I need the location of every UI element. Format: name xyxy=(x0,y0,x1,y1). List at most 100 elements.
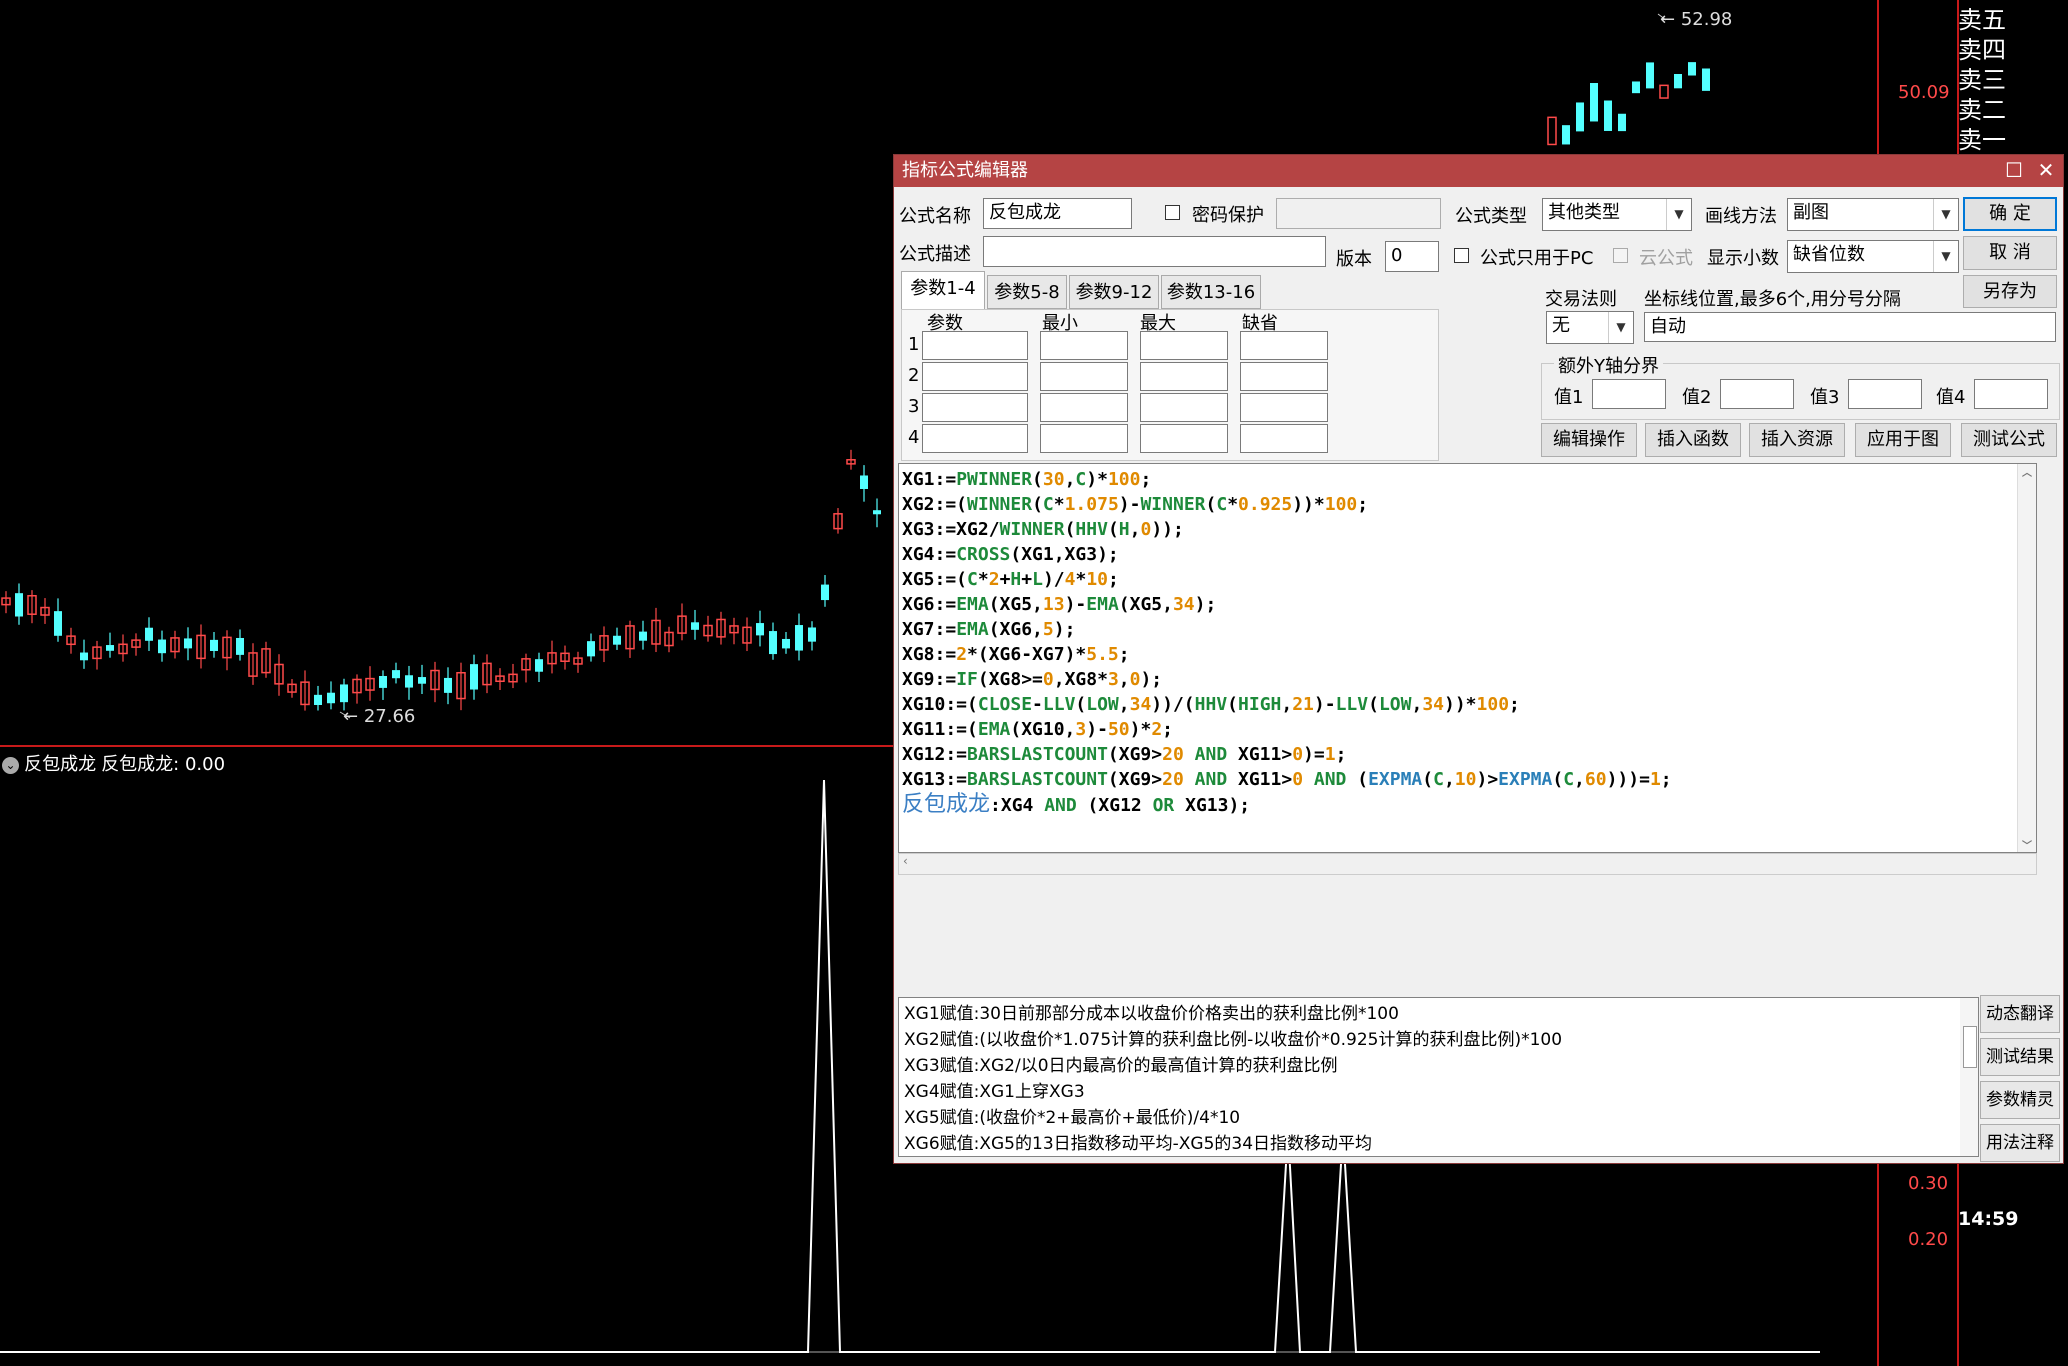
param-cell[interactable] xyxy=(922,424,1028,453)
chevron-down-icon: ▼ xyxy=(1933,199,1958,230)
formula-translation-pane[interactable]: XG1赋值:30日前那部分成本以收盘价价格卖出的获利盘比例*100 XG2赋值:(… xyxy=(898,997,1979,1157)
maximize-icon[interactable]: ☐ xyxy=(2001,157,2027,183)
test-formula-button[interactable]: 测试公式 xyxy=(1961,423,2057,457)
dialog-titlebar[interactable]: 指标公式编辑器 ☐ ✕ xyxy=(894,155,2063,187)
password-input[interactable] xyxy=(1276,198,1441,229)
param-row-number: 4 xyxy=(908,427,920,448)
param-cell[interactable] xyxy=(922,393,1028,422)
insert-function-button[interactable]: 插入函数 xyxy=(1645,423,1741,457)
candle xyxy=(1576,102,1584,132)
param-cell[interactable] xyxy=(1040,331,1128,360)
param-cell[interactable] xyxy=(922,331,1028,360)
translation-line: XG6赋值:XG5的13日指数移动平均-XG5的34日指数移动平均 xyxy=(904,1134,1373,1154)
translation-line: XG2赋值:(以收盘价*1.075计算的获利盘比例-以收盘价*0.925计算的获… xyxy=(904,1030,1563,1050)
pc-only-label: 公式只用于PC xyxy=(1480,248,1594,269)
scroll-thumb[interactable] xyxy=(1963,1026,1977,1068)
password-checkbox[interactable] xyxy=(1165,205,1180,220)
close-icon[interactable]: ✕ xyxy=(2033,157,2059,183)
value2-input[interactable] xyxy=(1720,379,1794,409)
param-cell[interactable] xyxy=(1240,424,1328,453)
code-line: XG1:=PWINNER(30,C)*100; xyxy=(902,469,1152,490)
collapse-icon[interactable]: ⌄ xyxy=(2,757,19,774)
param-cell[interactable] xyxy=(1140,331,1228,360)
trade-rule-select[interactable]: 无 ▼ xyxy=(1546,311,1634,344)
param-cell[interactable] xyxy=(1240,362,1328,391)
pc-only-checkbox[interactable] xyxy=(1454,248,1469,263)
indicator-name: 反包成龙 xyxy=(24,754,97,775)
value3-input[interactable] xyxy=(1848,379,1922,409)
scroll-down-icon[interactable]: ﹀ xyxy=(2018,837,2036,852)
code-line: XG8:=2*(XG6-XG7)*5.5; xyxy=(902,644,1130,665)
scroll-up-icon[interactable]: ︿ xyxy=(2018,464,2036,479)
value4-input[interactable] xyxy=(1974,379,2048,409)
price-high-value: 52.98 xyxy=(1680,9,1733,30)
ok-button[interactable]: 确 定 xyxy=(1963,197,2057,231)
usage-notes-button[interactable]: 用法注释 xyxy=(1980,1124,2060,1162)
type-value: 其他类型 xyxy=(1548,202,1620,223)
code-line: XG4:=CROSS(XG1,XG3); xyxy=(902,544,1119,565)
scroll-left-icon[interactable]: ‹ xyxy=(903,854,908,868)
axis-price-label: 50.09 xyxy=(1898,82,1950,103)
type-select[interactable]: 其他类型 ▼ xyxy=(1542,198,1692,231)
apply-to-chart-button[interactable]: 应用于图 xyxy=(1855,423,1951,457)
candle xyxy=(1604,100,1612,131)
tab-params-5-8[interactable]: 参数5-8 xyxy=(987,275,1067,309)
price-low-label: ← 27.66 xyxy=(343,706,416,727)
param-cell[interactable] xyxy=(1140,393,1228,422)
draw-label: 画线方法 xyxy=(1705,206,1777,227)
candle xyxy=(1590,83,1598,122)
param-cell[interactable] xyxy=(1040,424,1128,453)
name-input[interactable]: 反包成龙 xyxy=(983,198,1132,229)
save-as-button[interactable]: 另存为 xyxy=(1963,275,2057,308)
param-wizard-button[interactable]: 参数精灵 xyxy=(1980,1081,2060,1119)
cancel-button[interactable]: 取 消 xyxy=(1963,236,2057,270)
test-result-button[interactable]: 测试结果 xyxy=(1980,1038,2060,1076)
param-cell[interactable] xyxy=(1240,331,1328,360)
draw-value: 副图 xyxy=(1793,202,1829,223)
candle xyxy=(1702,68,1710,91)
code-line: XG11:=(EMA(XG10,3)-50)*2; xyxy=(902,719,1173,740)
insert-resource-button[interactable]: 插入资源 xyxy=(1749,423,1845,457)
param-cell[interactable] xyxy=(1040,393,1128,422)
param-cell[interactable] xyxy=(1140,362,1228,391)
value1-input[interactable] xyxy=(1592,379,1666,409)
code-line: XG7:=EMA(XG6,5); xyxy=(902,619,1076,640)
decimals-select[interactable]: 缺省位数 ▼ xyxy=(1787,240,1959,273)
dynamic-translate-button[interactable]: 动态翻译 xyxy=(1980,995,2060,1033)
cloud-checkbox[interactable] xyxy=(1613,248,1628,263)
formula-editor-dialog: 指标公式编辑器 ☐ ✕ 公式名称 反包成龙 密码保护 公式类型 其他类型 ▼ 画线… xyxy=(893,154,2064,1164)
edit-ops-button[interactable]: 编辑操作 xyxy=(1541,423,1637,457)
translation-scrollbar[interactable] xyxy=(1960,998,1978,1156)
param-cell[interactable] xyxy=(1140,424,1228,453)
desc-label: 公式描述 xyxy=(899,244,971,265)
candle xyxy=(1632,81,1640,94)
code-line: XG3:=XG2/WINNER(HHV(H,0)); xyxy=(902,519,1184,540)
param-row-number: 3 xyxy=(908,396,920,417)
chevron-down-icon: ▼ xyxy=(1666,199,1691,230)
chevron-down-icon: ▼ xyxy=(1933,241,1958,272)
axis-pos-input[interactable]: 自动 xyxy=(1644,312,2056,342)
formula-code-editor[interactable]: XG1:=PWINNER(30,C)*100; XG2:=(WINNER(C*1.… xyxy=(898,463,2037,853)
candle xyxy=(1688,62,1696,76)
candle xyxy=(1562,125,1570,145)
desc-input[interactable] xyxy=(983,236,1326,267)
tab-params-1-4[interactable]: 参数1-4 xyxy=(901,271,985,310)
tab-params-9-12[interactable]: 参数9-12 xyxy=(1069,275,1159,309)
ask-1: 卖一 xyxy=(1958,126,2006,154)
code-horizontal-scrollbar[interactable]: ‹ xyxy=(898,853,2037,875)
value1-label: 值1 xyxy=(1554,387,1584,408)
version-input[interactable]: 0 xyxy=(1385,241,1439,272)
draw-select[interactable]: 副图 ▼ xyxy=(1787,198,1959,231)
indicator-header[interactable]: ⌄ 反包成龙 反包成龙: 0.00 xyxy=(2,750,225,775)
param-cell[interactable] xyxy=(1040,362,1128,391)
dialog-title: 指标公式编辑器 xyxy=(902,160,1028,181)
value4-label: 值4 xyxy=(1936,387,1966,408)
code-line: XG2:=(WINNER(C*1.075)-WINNER(C*0.925))*1… xyxy=(902,494,1369,515)
trade-rule-label: 交易法则 xyxy=(1545,289,1617,310)
candle xyxy=(1646,62,1654,89)
tab-params-13-16[interactable]: 参数13-16 xyxy=(1161,275,1261,309)
param-cell[interactable] xyxy=(922,362,1028,391)
param-cell[interactable] xyxy=(1240,393,1328,422)
code-vertical-scrollbar[interactable]: ︿ ﹀ xyxy=(2017,464,2036,852)
value3-label: 值3 xyxy=(1810,387,1840,408)
